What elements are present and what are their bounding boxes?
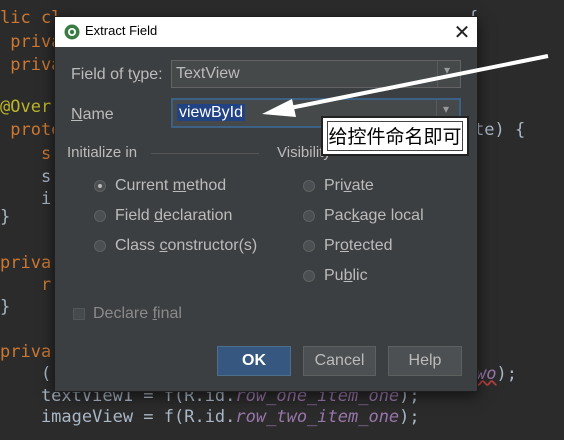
annotation-arrow-icon [262, 54, 549, 117]
annotation-callout: 给控件命名即可 [321, 116, 469, 156]
callout-text: 给控件命名即可 [327, 121, 463, 151]
